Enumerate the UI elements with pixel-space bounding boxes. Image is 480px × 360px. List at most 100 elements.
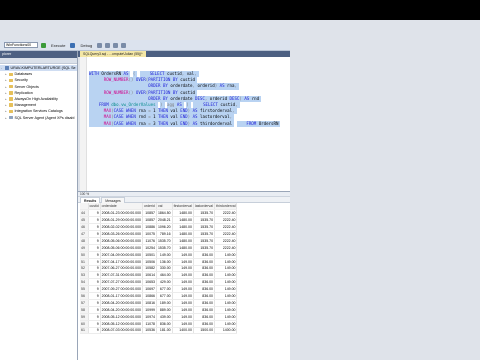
grid-cell[interactable]: 2222.40: [214, 244, 238, 252]
grid-cell[interactable]: 677.00: [156, 292, 173, 300]
tree-item[interactable]: + SQL Server Agent (Agent XPs disabl: [0, 115, 77, 121]
grid-cell[interactable]: 149.00: [156, 251, 173, 259]
grid-cell[interactable]: 2008-05-06 00:00:00.000: [100, 244, 143, 252]
grid-cell[interactable]: 2007-04-17 00:00:00.000: [100, 258, 143, 266]
table-row[interactable]: 61 9 2008-07-03 00:00:00.000 10536 181.00 140…: [80, 327, 238, 335]
grid-cell[interactable]: 2222.40: [214, 216, 238, 225]
grid-cell[interactable]: 11078: [142, 320, 157, 328]
column-header[interactable]: custid: [88, 203, 101, 211]
grid-cell[interactable]: 836.00: [193, 278, 216, 287]
column-header[interactable]: lastorderval: [193, 203, 216, 211]
grid-cell[interactable]: 2008-05-06 00:00:00.000: [100, 237, 143, 245]
grid-cell[interactable]: 9: [88, 327, 101, 335]
grid-cell[interactable]: 1480.00: [172, 223, 194, 232]
table-row[interactable]: 60 9 2008-05-12 00:00:00.000 11078 836.00 149…: [80, 320, 238, 328]
grid-cell[interactable]: 836.00: [193, 306, 216, 314]
grid-cell[interactable]: 10075: [142, 230, 157, 238]
grid-cell[interactable]: 836.00: [193, 292, 216, 300]
grid-cell[interactable]: 2008-05-12 00:00:00.000: [100, 320, 143, 328]
table-row[interactable]: 59 9 2008-05-12 00:00:00.000 10974 439.00 149…: [80, 313, 238, 321]
grid-cell[interactable]: 1480.00: [172, 230, 194, 238]
grid-cell[interactable]: 149.00: [172, 285, 194, 294]
grid-cell[interactable]: 889.00: [156, 306, 173, 314]
grid-cell[interactable]: 149.00: [172, 251, 194, 259]
grid-cell[interactable]: 149.00: [214, 320, 238, 328]
grid-cell[interactable]: 1535.70: [193, 216, 216, 225]
grid-cell[interactable]: 10866: [142, 292, 157, 300]
grid-cell[interactable]: 1480.00: [172, 209, 194, 218]
grid-cell[interactable]: 836.00: [193, 265, 216, 273]
grid-cell[interactable]: 2008-07-03 00:00:00.000: [100, 327, 143, 335]
table-row[interactable]: 44 9 2008-01-23 00:00:00.000 10857 1864.50 14…: [80, 209, 238, 218]
grid-cell[interactable]: 1480.00: [172, 237, 194, 245]
grid-cell[interactable]: 2007-04-09 00:00:00.000: [100, 251, 143, 259]
grid-cell[interactable]: 11076: [142, 237, 157, 245]
grid-cell[interactable]: 10816: [142, 299, 157, 307]
grid-cell[interactable]: 149.00: [172, 292, 194, 300]
grid-cell[interactable]: 2048.21: [156, 216, 173, 225]
grid-cell[interactable]: 1535.70: [193, 223, 216, 232]
grid-cell[interactable]: 2008-01-17 00:00:00.000: [100, 292, 143, 300]
grid-cell[interactable]: 1535.70: [156, 237, 173, 245]
grid-cell[interactable]: 9: [88, 258, 101, 266]
grid-cell[interactable]: 836.00: [193, 271, 216, 280]
grid-cell[interactable]: 149.00: [214, 271, 238, 280]
grid-cell[interactable]: 2008-05-12 00:00:00.000: [100, 313, 143, 321]
grid-cell[interactable]: 10697: [142, 285, 157, 294]
sql-code[interactable]: WITH OrdersRN AS ( SELECT custid, val, R…: [89, 71, 290, 127]
grid-cell[interactable]: 1480.00: [172, 216, 194, 225]
grid-cell[interactable]: 2222.40: [214, 209, 238, 218]
grid-cell[interactable]: 181.00: [156, 327, 173, 335]
indent-icon[interactable]: [121, 42, 127, 48]
grid-cell[interactable]: 836.00: [193, 313, 216, 321]
grid-cell[interactable]: 1535.70: [193, 209, 216, 218]
table-row[interactable]: 48 9 2008-05-06 00:00:00.000 11076 1535.70 14…: [80, 237, 238, 245]
grid-cell[interactable]: 2008-01-23 00:00:00.000: [100, 209, 143, 218]
grid-cell[interactable]: 2007-07-31 00:00:00.000: [100, 271, 143, 280]
grid-cell[interactable]: 1500.00: [193, 327, 216, 335]
grid-cell[interactable]: 2007-07-27 00:00:00.000: [100, 278, 143, 287]
grid-cell[interactable]: 149.00: [172, 320, 194, 328]
grid-cell[interactable]: 9: [88, 313, 101, 321]
grid-cell[interactable]: 149.00: [214, 299, 238, 307]
grid-cell[interactable]: 149.00: [214, 251, 238, 259]
grid-cell[interactable]: 836.00: [193, 258, 216, 266]
grid-cell[interactable]: 1480.00: [172, 244, 194, 252]
grid-cell[interactable]: 9: [88, 285, 101, 294]
grid-cell[interactable]: 439.00: [156, 313, 173, 321]
grid-cell[interactable]: 10506: [142, 258, 157, 266]
debug-icon[interactable]: [70, 42, 76, 48]
grid-cell[interactable]: 10974: [142, 313, 157, 321]
grid-cell[interactable]: 836.00: [193, 299, 216, 307]
tab-messages[interactable]: Messages: [101, 197, 125, 203]
table-row[interactable]: 57 9 2008-04-20 00:00:00.000 10816 189.00 149…: [80, 299, 238, 307]
parse-icon[interactable]: [97, 42, 103, 48]
database-select[interactable]: WinFunctions00: [4, 42, 38, 48]
grid-cell[interactable]: 2008-01-29 00:00:00.000: [100, 216, 143, 225]
grid-cell[interactable]: 149.00: [172, 313, 194, 321]
grid-cell[interactable]: 9: [88, 251, 101, 259]
table-row[interactable]: 46 9 2008-02-02 00:00:00.000 10886 1096.20 14…: [80, 223, 238, 232]
tree-item[interactable]: - URAV-KIMPUTERLARTURGE (SQL Se: [0, 65, 77, 72]
grid-cell[interactable]: 189.00: [156, 299, 173, 307]
grid-cell[interactable]: 9: [88, 292, 101, 300]
grid-cell[interactable]: 149.00: [214, 258, 238, 266]
grid-cell[interactable]: 2008-04-20 00:00:00.000: [100, 299, 143, 307]
column-header[interactable]: orderid: [142, 203, 157, 211]
grid-cell[interactable]: 10254: [142, 244, 157, 252]
query-editor[interactable]: WITH OrdersRN AS ( SELECT custid, val, R…: [80, 57, 290, 191]
grid-cell[interactable]: 2008-04-20 00:00:00.000: [100, 306, 143, 314]
grid-cell[interactable]: 2008-03-26 00:00:00.000: [100, 230, 143, 238]
grid-cell[interactable]: 464.00: [156, 271, 173, 280]
table-row[interactable]: 52 9 2007-06-27 00:00:00.000 10582 330.00 149…: [80, 265, 238, 273]
grid-cell[interactable]: 9: [88, 271, 101, 280]
grid-cell[interactable]: 149.00: [214, 265, 238, 273]
table-row[interactable]: 45 9 2008-01-29 00:00:00.000 10857 2048.21 14…: [80, 216, 238, 225]
grid-cell[interactable]: 9: [88, 320, 101, 328]
table-row[interactable]: 47 9 2008-03-26 00:00:00.000 10075 789.16 148…: [80, 230, 238, 238]
grid-cell[interactable]: 9: [88, 244, 101, 252]
results-grid-icon[interactable]: [105, 42, 111, 48]
grid-cell[interactable]: 2007-09-27 00:00:00.000: [100, 285, 143, 294]
grid-cell[interactable]: 149.00: [214, 292, 238, 300]
grid-cell[interactable]: 149.00: [214, 278, 238, 287]
